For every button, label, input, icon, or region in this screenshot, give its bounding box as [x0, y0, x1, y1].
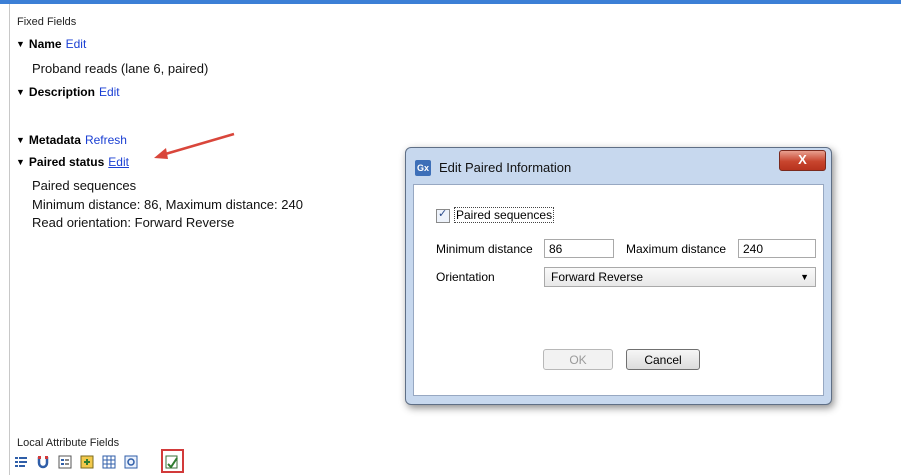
- annotation-arrow-icon: [154, 132, 235, 159]
- highlight-box: [161, 449, 184, 473]
- form-icon[interactable]: [58, 455, 72, 469]
- description-field-header: ▼ Description Edit: [16, 85, 120, 99]
- collapse-triangle-icon[interactable]: ▼: [16, 157, 25, 167]
- table-icon[interactable]: [102, 455, 116, 469]
- description-label: Description: [28, 85, 95, 99]
- dialog-body: Paired sequences Minimum distance 86 Max…: [413, 184, 824, 396]
- metadata-refresh-link[interactable]: Refresh: [85, 133, 127, 147]
- paired-status-line: Read orientation: Forward Reverse: [32, 215, 235, 230]
- orientation-value: Forward Reverse: [551, 270, 644, 284]
- chevron-down-icon: ▼: [800, 272, 809, 282]
- description-edit-link[interactable]: Edit: [99, 85, 120, 99]
- ok-button[interactable]: OK: [543, 349, 613, 370]
- name-value: Proband reads (lane 6, paired): [32, 61, 209, 76]
- paired-status-edit-link[interactable]: Edit: [108, 155, 129, 169]
- collapse-triangle-icon[interactable]: ▼: [16, 39, 25, 49]
- name-label: Name: [28, 37, 62, 51]
- metadata-field-header: ▼ Metadata Refresh: [16, 133, 127, 147]
- minimum-distance-label: Minimum distance: [436, 242, 533, 256]
- local-attribute-fields-title: Local Attribute Fields: [17, 437, 120, 449]
- maximum-distance-label: Maximum distance: [626, 242, 727, 256]
- settings-icon[interactable]: [124, 455, 138, 469]
- paired-status-line: Minimum distance: 86, Maximum distance: …: [32, 197, 303, 212]
- gx-app-icon: Gx: [415, 160, 431, 176]
- dialog-title: Edit Paired Information: [439, 160, 572, 175]
- cancel-button[interactable]: Cancel: [626, 349, 700, 370]
- close-button[interactable]: X: [779, 150, 826, 171]
- list-icon[interactable]: [14, 455, 28, 469]
- paired-sequences-label[interactable]: Paired sequences: [454, 207, 555, 223]
- magnet-icon[interactable]: [36, 455, 50, 469]
- collapse-triangle-icon[interactable]: ▼: [16, 135, 25, 145]
- paired-status-label: Paired status: [28, 155, 105, 169]
- name-field-header: ▼ Name Edit: [16, 37, 86, 51]
- name-edit-link[interactable]: Edit: [66, 37, 87, 51]
- collapse-triangle-icon[interactable]: ▼: [16, 87, 25, 97]
- top-accent-bar: [0, 0, 901, 4]
- orientation-label: Orientation: [436, 270, 495, 284]
- paired-status-line: Paired sequences: [32, 178, 137, 193]
- add-field-icon[interactable]: [80, 455, 94, 469]
- minimum-distance-input[interactable]: 86: [544, 239, 614, 258]
- paired-status-field-header: ▼ Paired status Edit: [16, 155, 129, 169]
- orientation-select[interactable]: Forward Reverse ▼: [544, 267, 816, 287]
- paired-sequences-checkbox[interactable]: [436, 207, 450, 223]
- left-divider: [9, 4, 10, 475]
- edit-paired-information-dialog: Gx Edit Paired Information X Paired sequ…: [405, 147, 832, 405]
- maximum-distance-input[interactable]: 240: [738, 239, 816, 258]
- fixed-fields-title: Fixed Fields: [17, 16, 77, 28]
- metadata-label: Metadata: [28, 133, 81, 147]
